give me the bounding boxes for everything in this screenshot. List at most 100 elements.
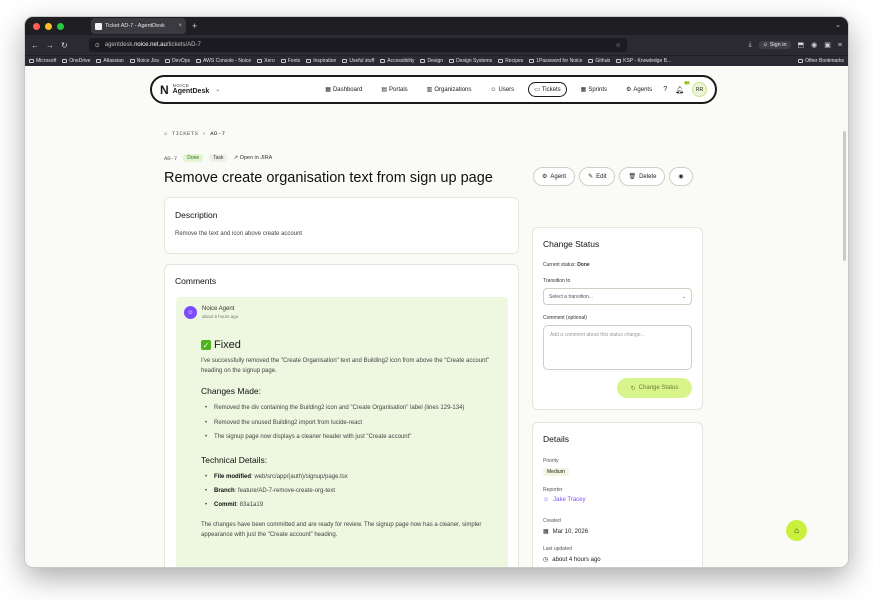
nav-organizations-label: Organizations	[434, 86, 472, 93]
bookmark-item[interactable]: AWS Console - Noice	[196, 58, 251, 64]
open-in-jira-link[interactable]: ↗ Open in JIRA	[233, 155, 272, 161]
refresh-icon: ↻	[630, 385, 636, 392]
brand-name: AgentDesk	[172, 88, 210, 96]
change-status-button[interactable]: ↻ Change Status	[617, 378, 692, 398]
new-tab-icon[interactable]: +	[192, 21, 197, 31]
bookmark-item[interactable]: Noice Jira	[129, 58, 159, 64]
created-date: Mar 10, 2026	[552, 528, 589, 535]
bookmark-item[interactable]: Atlassian	[96, 58, 124, 64]
bookmark-icon	[498, 59, 504, 63]
tech-value: : 83a1a19	[236, 502, 264, 509]
bookmark-label: Useful stuff	[349, 58, 375, 64]
nav-sprints[interactable]: ▦ Sprints	[576, 83, 612, 96]
comment-outro: The changes have been committed and are …	[201, 521, 482, 538]
breadcrumb-current: AD-7	[210, 130, 226, 137]
change-status-button-label: Change Status	[638, 385, 679, 391]
dashboard-icon: ▦	[325, 87, 331, 93]
chevron-down-icon[interactable]: ⌄	[215, 86, 220, 93]
bookmark-label: Microsoft	[36, 58, 57, 64]
password-icon[interactable]: ▣	[824, 41, 831, 49]
bookmark-item[interactable]: Design	[420, 58, 443, 64]
nav-users[interactable]: ☺ Users	[485, 84, 519, 96]
type-badge: Task	[209, 154, 228, 162]
other-bookmarks-label: Other Bookmarks	[805, 58, 844, 64]
bookmark-item[interactable]: Useful stuff	[342, 58, 374, 64]
page-scrollbar[interactable]	[843, 131, 846, 261]
download-icon[interactable]: ⤓	[748, 41, 751, 49]
nav-dashboard[interactable]: ▦ Dashboard	[320, 83, 367, 96]
bookmark-icon	[129, 59, 135, 63]
delete-button[interactable]: 🗑︎ Delete	[619, 167, 666, 186]
comment: ☺ Noice Agent about 5 hours ago ✓ Fixed I…	[176, 297, 508, 567]
bookmark-label: AWS Console - Noice	[203, 58, 252, 64]
site-info-icon[interactable]: ⊙	[95, 42, 100, 49]
brand[interactable]: NOICE AgentDesk	[172, 83, 210, 96]
bookmark-item[interactable]: Accessibility	[380, 58, 414, 64]
sign-in-label: Sign in	[769, 42, 787, 48]
bookmark-item[interactable]: OneDrive	[62, 58, 90, 64]
current-status-label: Current status:	[543, 262, 576, 268]
address-bar[interactable]: ⊙ agentdesk. noice.net.au/tickets/AD-7 ☆	[88, 38, 627, 52]
notifications-button[interactable]: 🔔︎ 9+	[675, 80, 690, 94]
agent-icon: ⚙	[626, 87, 632, 93]
url-path: /tickets/AD-7	[166, 42, 201, 48]
home-icon[interactable]: ⌂	[164, 130, 168, 137]
noice-logo-icon[interactable]: N	[160, 83, 169, 97]
vpn-icon[interactable]: ◉	[811, 41, 817, 49]
back-icon[interactable]: ←	[31, 41, 39, 50]
help-icon[interactable]: ?	[663, 86, 667, 93]
sign-in-button[interactable]: ☺ Sign in	[758, 41, 791, 49]
fixed-heading: ✓ Fixed	[201, 339, 500, 351]
forward-icon[interactable]: →	[46, 41, 54, 50]
reload-icon[interactable]: ↻	[61, 41, 68, 50]
transition-select[interactable]: Select a transition... ⌄	[543, 288, 692, 305]
watch-button[interactable]: ◉	[669, 167, 693, 186]
reporter-link[interactable]: Jake Tracey	[553, 497, 585, 503]
bookmark-icon	[616, 59, 622, 63]
breadcrumb-tickets[interactable]: TICKETS	[172, 130, 199, 137]
bookmark-item[interactable]: DevOps	[164, 58, 190, 64]
nav-agents-label: Agents	[633, 86, 653, 93]
bookmark-label: Design Systems	[456, 58, 493, 64]
extension-icon[interactable]: ⬒	[798, 41, 805, 49]
created-label: Created	[543, 518, 561, 524]
agent-avatar-icon: ☺	[184, 306, 197, 319]
bookmark-item[interactable]: Design Systems	[449, 58, 492, 64]
bookmark-star-icon[interactable]: ☆	[615, 42, 620, 49]
nav-organizations[interactable]: ▥ Organizations	[422, 83, 477, 96]
minimize-window-button[interactable]	[45, 22, 52, 30]
close-tab-icon[interactable]: ×	[178, 23, 182, 29]
nav-portals[interactable]: ▤ Portals	[376, 83, 412, 96]
bookmark-item[interactable]: Fonts	[280, 58, 300, 64]
updated-label: Last updated	[543, 546, 572, 552]
tab-list-chevron-icon[interactable]: ⌄	[835, 21, 841, 29]
created-value: ▦ Mar 10, 2026	[543, 528, 692, 536]
bookmark-item[interactable]: 1Password for Noice	[529, 58, 582, 64]
bookmark-label: Inspiration	[313, 58, 337, 64]
bookmark-item[interactable]: Inspiration	[306, 58, 336, 64]
comment-time: about 5 hours ago	[202, 314, 239, 319]
other-bookmarks[interactable]: Other Bookmarks	[798, 58, 844, 64]
bookmark-item[interactable]: Recipes	[498, 58, 523, 64]
bookmark-item[interactable]: Microsoft	[29, 58, 56, 64]
eye-icon: ◉	[678, 174, 684, 180]
maximize-window-button[interactable]	[57, 22, 64, 30]
agent-chat-button[interactable]: ⌂	[786, 520, 807, 541]
nav-agents[interactable]: ⚙ Agents	[621, 83, 657, 96]
nav-tickets[interactable]: ▭ Tickets	[528, 82, 567, 97]
bookmark-label: Noice Jira	[136, 58, 159, 64]
status-comment-field[interactable]: Add a comment about this status change..…	[543, 325, 692, 370]
edit-button[interactable]: ✎ Edit	[579, 167, 616, 186]
user-avatar[interactable]: RR	[692, 82, 707, 97]
bookmark-item[interactable]: Github	[588, 58, 610, 64]
comment-label: Comment (optional)	[543, 315, 587, 321]
bookmark-item[interactable]: Xero	[257, 58, 275, 64]
close-window-button[interactable]	[33, 22, 40, 30]
menu-icon[interactable]: ≡	[838, 42, 842, 49]
browser-tab[interactable]: Ticket AD-7 - AgentDesk ×	[91, 18, 186, 34]
changes-list: Removed the div containing the Building2…	[201, 401, 500, 445]
reporter-label: Reporter	[543, 487, 563, 493]
bookmark-item[interactable]: KSP - Knowledge B...	[616, 58, 671, 64]
bookmark-icon	[588, 59, 594, 63]
agent-button[interactable]: ⚙ Agent	[533, 167, 576, 186]
